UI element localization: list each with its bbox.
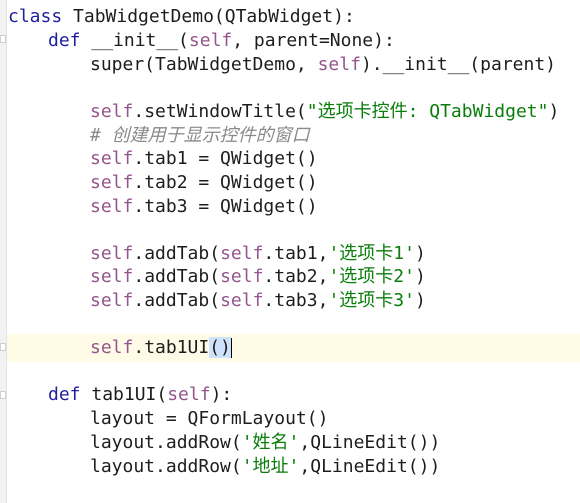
code-text: layout.addRow( bbox=[90, 432, 242, 453]
fold-marker-icon[interactable] bbox=[0, 343, 6, 351]
matched-parens: () bbox=[209, 337, 231, 358]
code-text: .tab1 = QWidget() bbox=[133, 148, 318, 169]
code-line[interactable]: self.tab1UI() bbox=[90, 336, 232, 360]
self-keyword: self bbox=[90, 196, 134, 217]
code-text: .tab3, bbox=[263, 290, 329, 311]
code-text: layout.addRow( bbox=[90, 456, 242, 477]
code-text: TabWidgetDemo(QTabWidget): bbox=[62, 6, 355, 27]
code-text: .tab2, bbox=[263, 266, 329, 287]
self-keyword: self bbox=[90, 172, 134, 193]
code-line[interactable]: layout = QFormLayout() bbox=[90, 407, 328, 431]
code-text: ) bbox=[414, 243, 426, 264]
code-line[interactable]: self.addTab(self.tab2,'选项卡2') bbox=[90, 265, 426, 289]
code-text: , parent=None): bbox=[232, 30, 395, 51]
self-keyword: self bbox=[90, 290, 134, 311]
string-literal: '地址' bbox=[241, 456, 300, 477]
code-text: ) bbox=[548, 101, 560, 122]
code-text: ).__init__(parent) bbox=[360, 54, 557, 75]
string-literal: '选项卡3' bbox=[328, 290, 415, 311]
code-text: super(TabWidgetDemo, bbox=[90, 54, 318, 75]
code-text: ,QLineEdit()) bbox=[299, 456, 441, 477]
string-literal: '选项卡1' bbox=[328, 243, 415, 264]
string-literal: "选项卡控件: QTabWidget" bbox=[306, 101, 549, 122]
code-text: .addTab( bbox=[133, 266, 221, 287]
code-text: .tab2 = QWidget() bbox=[133, 172, 318, 193]
code-line[interactable]: self.tab3 = QWidget() bbox=[90, 195, 318, 219]
self-keyword: self bbox=[90, 337, 134, 358]
keyword: def bbox=[48, 384, 81, 405]
keyword: class bbox=[8, 6, 63, 27]
code-editor[interactable]: class TabWidgetDemo(QTabWidget): def __i… bbox=[0, 0, 580, 503]
code-text: .addTab( bbox=[133, 243, 221, 264]
code-text: __init__( bbox=[80, 30, 189, 51]
code-line[interactable]: self.tab1 = QWidget() bbox=[90, 147, 318, 171]
self-keyword: self bbox=[188, 30, 233, 51]
code-text: layout = QFormLayout() bbox=[90, 408, 329, 429]
code-line[interactable]: self.addTab(self.tab3,'选项卡3') bbox=[90, 289, 426, 313]
code-text: ) bbox=[414, 266, 426, 287]
code-text: .setWindowTitle( bbox=[133, 101, 307, 122]
code-text: .tab3 = QWidget() bbox=[133, 196, 318, 217]
text-caret bbox=[230, 338, 232, 358]
code-text: ,QLineEdit()) bbox=[299, 432, 441, 453]
self-keyword: self bbox=[220, 290, 264, 311]
string-literal: '姓名' bbox=[241, 432, 300, 453]
self-keyword: self bbox=[90, 101, 134, 122]
string-literal: '选项卡2' bbox=[328, 266, 415, 287]
self-keyword: self bbox=[220, 243, 264, 264]
editor-gutter bbox=[0, 0, 7, 503]
keyword: def bbox=[48, 30, 81, 51]
fold-marker-icon[interactable] bbox=[0, 391, 6, 399]
code-line[interactable]: self.addTab(self.tab1,'选项卡1') bbox=[90, 242, 426, 266]
code-line[interactable]: self.setWindowTitle("选项卡控件: QTabWidget") bbox=[90, 100, 559, 124]
code-comment[interactable]: # 创建用于显示控件的窗口 bbox=[90, 124, 310, 148]
code-line[interactable]: def tab1UI(self): bbox=[48, 383, 232, 407]
code-line[interactable]: layout.addRow('地址',QLineEdit()) bbox=[90, 455, 440, 479]
code-line[interactable]: class TabWidgetDemo(QTabWidget): bbox=[8, 5, 355, 29]
self-keyword: self bbox=[90, 266, 134, 287]
code-line[interactable]: self.tab2 = QWidget() bbox=[90, 171, 318, 195]
self-keyword: self bbox=[167, 384, 211, 405]
code-text: .tab1, bbox=[263, 243, 329, 264]
self-keyword: self bbox=[90, 243, 134, 264]
self-keyword: self bbox=[317, 54, 361, 75]
code-line[interactable]: super(TabWidgetDemo, self).__init__(pare… bbox=[90, 53, 556, 77]
fold-marker-icon[interactable] bbox=[0, 35, 6, 43]
code-text: .tab1UI bbox=[133, 337, 210, 358]
code-text: .addTab( bbox=[133, 290, 221, 311]
code-text: ) bbox=[414, 290, 426, 311]
self-keyword: self bbox=[90, 148, 134, 169]
self-keyword: self bbox=[220, 266, 264, 287]
code-line[interactable]: layout.addRow('姓名',QLineEdit()) bbox=[90, 431, 440, 455]
code-line[interactable]: def __init__(self, parent=None): bbox=[48, 29, 395, 53]
code-text: tab1UI( bbox=[80, 384, 168, 405]
code-text: ): bbox=[210, 384, 233, 405]
